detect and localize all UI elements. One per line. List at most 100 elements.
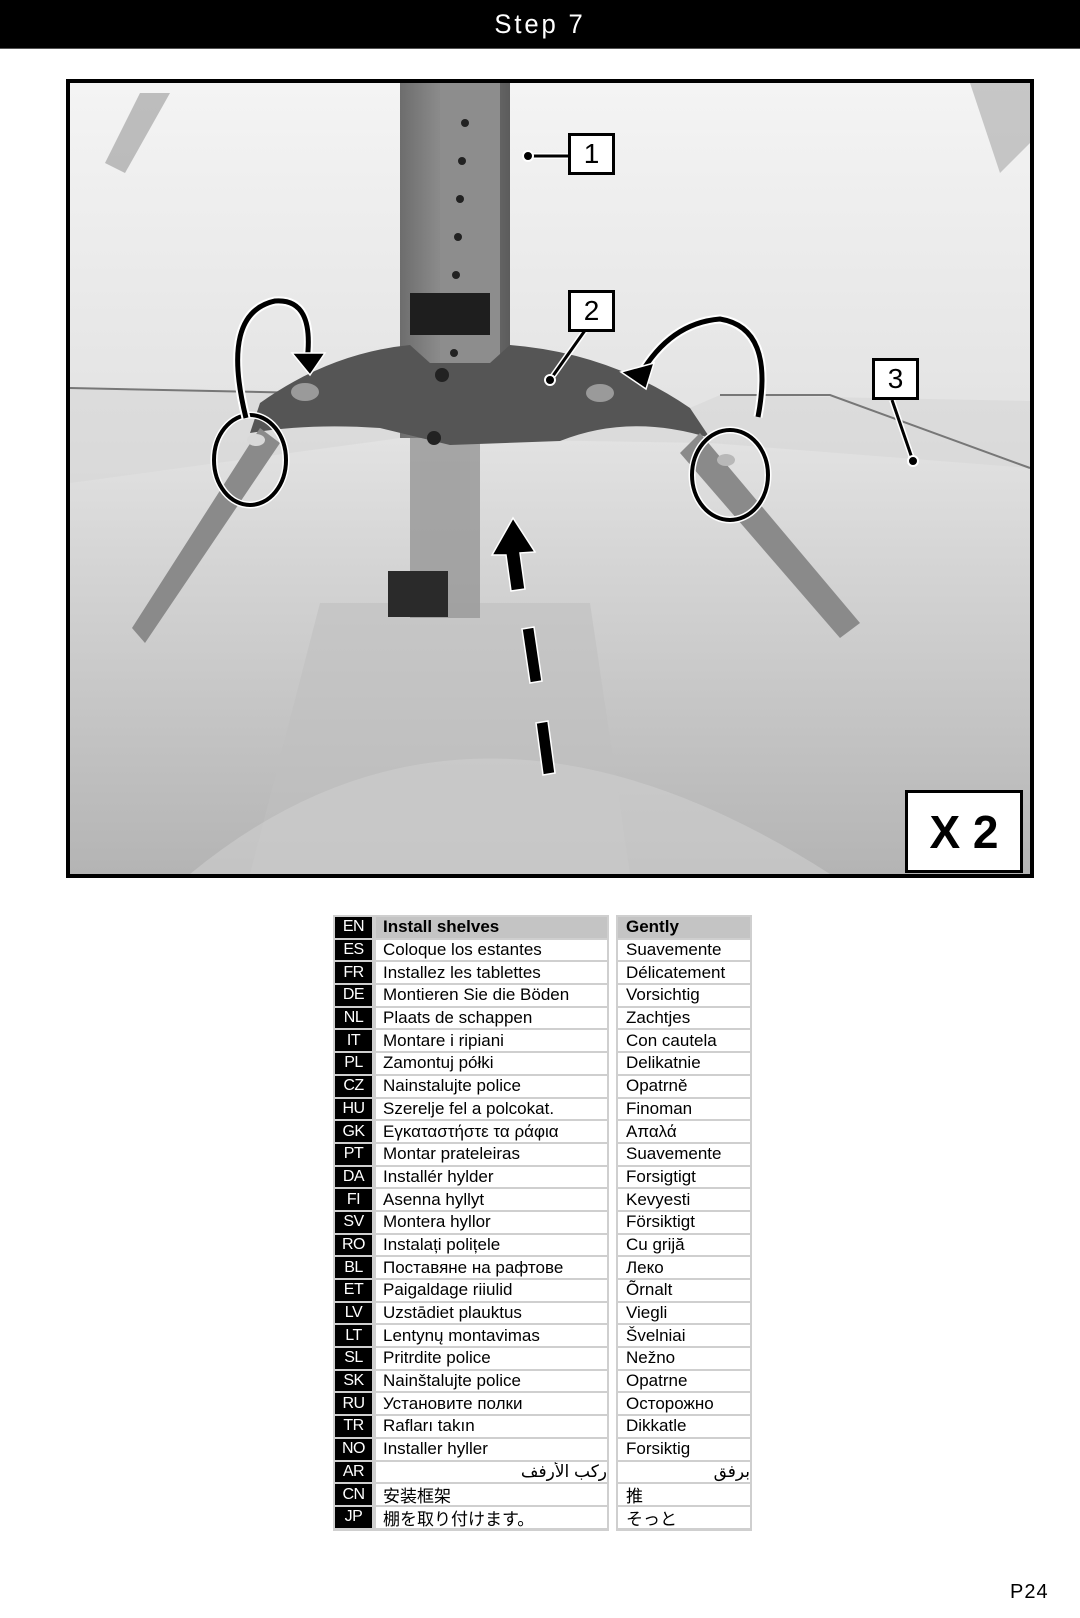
manner-text: Леко: [618, 1257, 750, 1278]
manner-text: Švelniai: [618, 1325, 750, 1347]
table-row: Opatrne: [618, 1370, 750, 1392]
action-text: Nainstalujte police: [376, 1075, 607, 1097]
language-code: DE: [335, 985, 372, 1006]
table-row: AR ركب الأرفف: [335, 1461, 607, 1483]
table-row: Gently: [618, 917, 750, 938]
language-code: NO: [335, 1438, 372, 1460]
table-row: Delikatnie: [618, 1053, 750, 1074]
manner-text: Õrnalt: [618, 1280, 750, 1301]
table-row: RO Instalați polițele: [335, 1234, 607, 1256]
language-code: LV: [335, 1302, 372, 1324]
table-row: SL Pritrdite police: [335, 1348, 607, 1369]
table-row: RU Установите полки: [335, 1393, 607, 1415]
table-row: NO Installer hyller: [335, 1438, 607, 1460]
table-row: LT Lentynų montavimas: [335, 1325, 607, 1347]
manner-text: Suavemente: [618, 939, 750, 961]
instruction-table-action: EN Install shelves ES Coloque los estantes F…: [333, 915, 609, 1531]
table-row: HU Szerelje fel a polcokat.: [335, 1098, 607, 1120]
action-text: Montar prateleiras: [376, 1143, 607, 1165]
language-code: PT: [335, 1143, 372, 1165]
action-text: Paigaldage riiulid: [376, 1280, 607, 1301]
action-text: Nainštalujte police: [376, 1370, 607, 1392]
action-text: ركب الأرفف: [376, 1461, 607, 1483]
table-row: Zachtjes: [618, 1007, 750, 1029]
screw: [427, 431, 441, 445]
manner-text: Forsiktig: [618, 1438, 750, 1460]
table-row: JP 棚を取り付けます。: [335, 1506, 607, 1528]
photo-illustration: [70, 83, 1030, 874]
table-row: DE Montieren Sie die Böden: [335, 985, 607, 1006]
lower-clamp: [388, 571, 448, 617]
page-number: P24: [1010, 1581, 1049, 1603]
language-code: CN: [335, 1484, 372, 1505]
action-text: Montieren Sie die Böden: [376, 985, 607, 1006]
table-row: そっと: [618, 1506, 750, 1528]
table-row: CN 安装框架: [335, 1484, 607, 1505]
language-code: TR: [335, 1416, 372, 1437]
manner-text: Cu grijă: [618, 1234, 750, 1256]
action-text: Asenna hyllyt: [376, 1189, 607, 1210]
callout-2-label: 2: [583, 295, 600, 326]
manner-text: Délicatement: [618, 962, 750, 984]
language-code: AR: [335, 1461, 372, 1483]
table-row: برفق: [618, 1461, 750, 1483]
table-row: CZ Nainstalujte police: [335, 1075, 607, 1097]
manner-text: 推: [618, 1484, 750, 1505]
language-code: EN: [335, 917, 372, 938]
table-row: IT Montare i ripiani: [335, 1030, 607, 1052]
screw: [435, 368, 449, 382]
language-code: SL: [335, 1348, 372, 1369]
manner-text: Kevyesti: [618, 1189, 750, 1210]
pole-clamp: [410, 293, 490, 335]
callout-1-label: 1: [583, 138, 600, 169]
table-row: PT Montar prateleiras: [335, 1143, 607, 1165]
table-row: BL Поставяне на рафтове: [335, 1257, 607, 1278]
manner-text: Gently: [618, 917, 750, 938]
language-code: SV: [335, 1211, 372, 1233]
table-row: Cu grijă: [618, 1234, 750, 1256]
language-code: GK: [335, 1121, 372, 1142]
action-text: Uzstādiet plauktus: [376, 1302, 607, 1324]
table-row: Vorsichtig: [618, 985, 750, 1006]
table-row: Forsiktig: [618, 1438, 750, 1460]
language-code: FR: [335, 962, 372, 984]
action-text: Installér hylder: [376, 1166, 607, 1188]
action-text: Szerelje fel a polcokat.: [376, 1098, 607, 1120]
action-text: 安装框架: [376, 1484, 607, 1505]
table-row: ET Paigaldage riiulid: [335, 1280, 607, 1301]
manner-text: Nežno: [618, 1348, 750, 1369]
table-row: GK Εγκαταστήστε τα ράφια: [335, 1121, 607, 1142]
table-row: SK Nainštalujte police: [335, 1370, 607, 1392]
action-text: Installer hyller: [376, 1438, 607, 1460]
language-code: JP: [335, 1506, 372, 1528]
language-code: HU: [335, 1098, 372, 1120]
table-row: Švelniai: [618, 1325, 750, 1347]
manner-text: Delikatnie: [618, 1053, 750, 1074]
language-code: RU: [335, 1393, 372, 1415]
action-text: 棚を取り付けます。: [376, 1506, 607, 1528]
table-row: SV Montera hyllor: [335, 1211, 607, 1233]
table-row: Opatrně: [618, 1075, 750, 1097]
language-code: ES: [335, 939, 372, 961]
action-text: Zamontuj półki: [376, 1053, 607, 1074]
table-row: Con cautela: [618, 1030, 750, 1052]
shelf-pad: [291, 383, 319, 401]
table-row: Suavemente: [618, 939, 750, 961]
manner-text: Осторожно: [618, 1393, 750, 1415]
language-code: FI: [335, 1189, 372, 1210]
table-row: LV Uzstādiet plauktus: [335, 1302, 607, 1324]
manner-text: Suavemente: [618, 1143, 750, 1165]
table-row: NL Plaats de schappen: [335, 1007, 607, 1029]
manner-text: Dikkatle: [618, 1416, 750, 1437]
table-row: FR Installez les tablettes: [335, 962, 607, 984]
action-text: Instalați polițele: [376, 1234, 607, 1256]
action-text: Pritrdite police: [376, 1348, 607, 1369]
table-row: Kevyesti: [618, 1189, 750, 1210]
table-row: Dikkatle: [618, 1416, 750, 1437]
action-text: Montare i ripiani: [376, 1030, 607, 1052]
table-row: Απαλά: [618, 1121, 750, 1142]
manner-text: Finoman: [618, 1098, 750, 1120]
language-code: CZ: [335, 1075, 372, 1097]
manner-text: Opatrne: [618, 1370, 750, 1392]
step-title: Step 7: [494, 8, 586, 39]
